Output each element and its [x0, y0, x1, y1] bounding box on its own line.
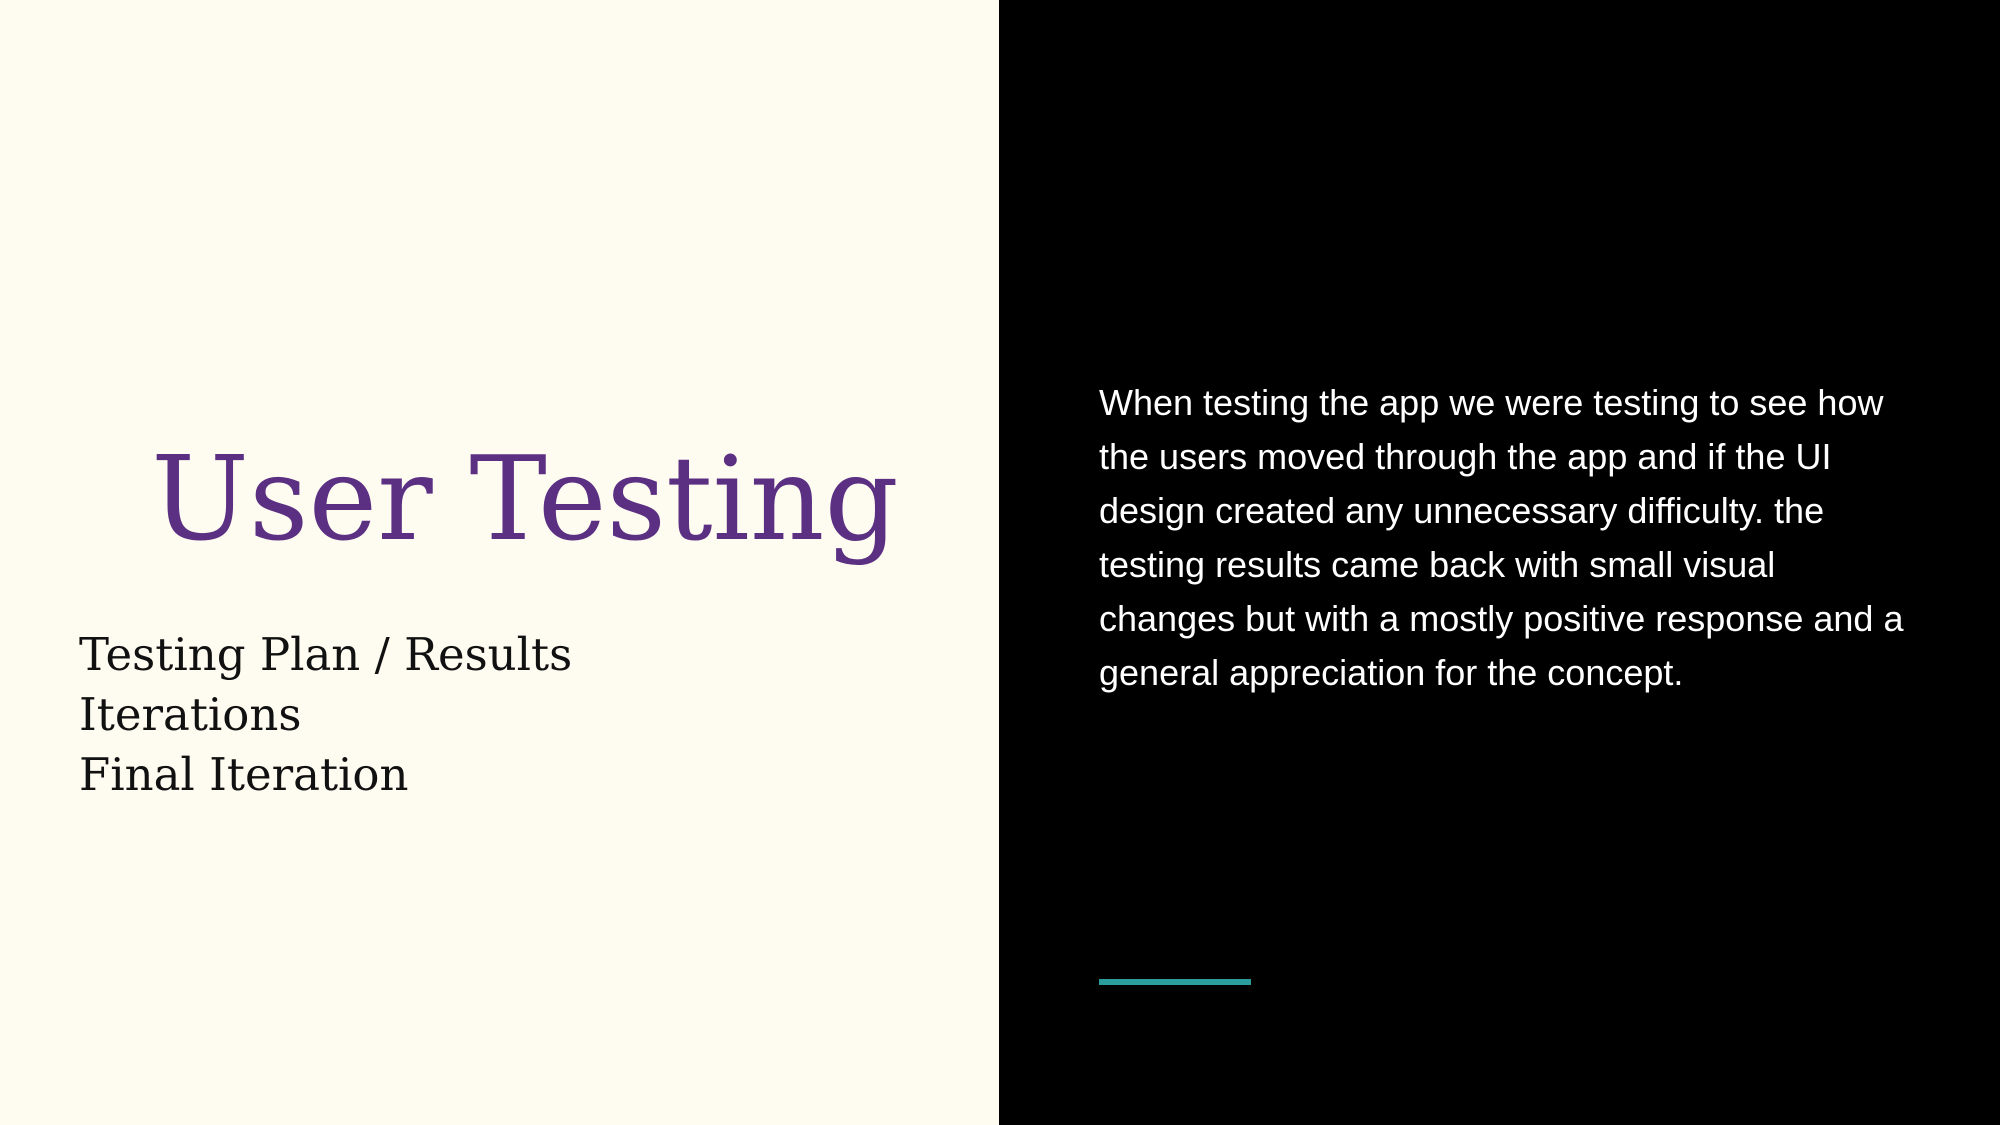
agenda-item-testing-plan-results: Testing Plan / Results	[79, 628, 573, 681]
agenda-list: Testing Plan / Results Iterations Final …	[79, 625, 879, 805]
slide-title: User Testing	[151, 432, 899, 567]
agenda-item-iterations: Iterations	[79, 688, 302, 741]
accent-divider	[1099, 979, 1251, 985]
left-panel: User Testing Testing Plan / Results Iter…	[0, 0, 999, 1125]
agenda-item-final-iteration: Final Iteration	[79, 748, 409, 801]
body-paragraph: When testing the app we were testing to …	[1099, 382, 1904, 693]
